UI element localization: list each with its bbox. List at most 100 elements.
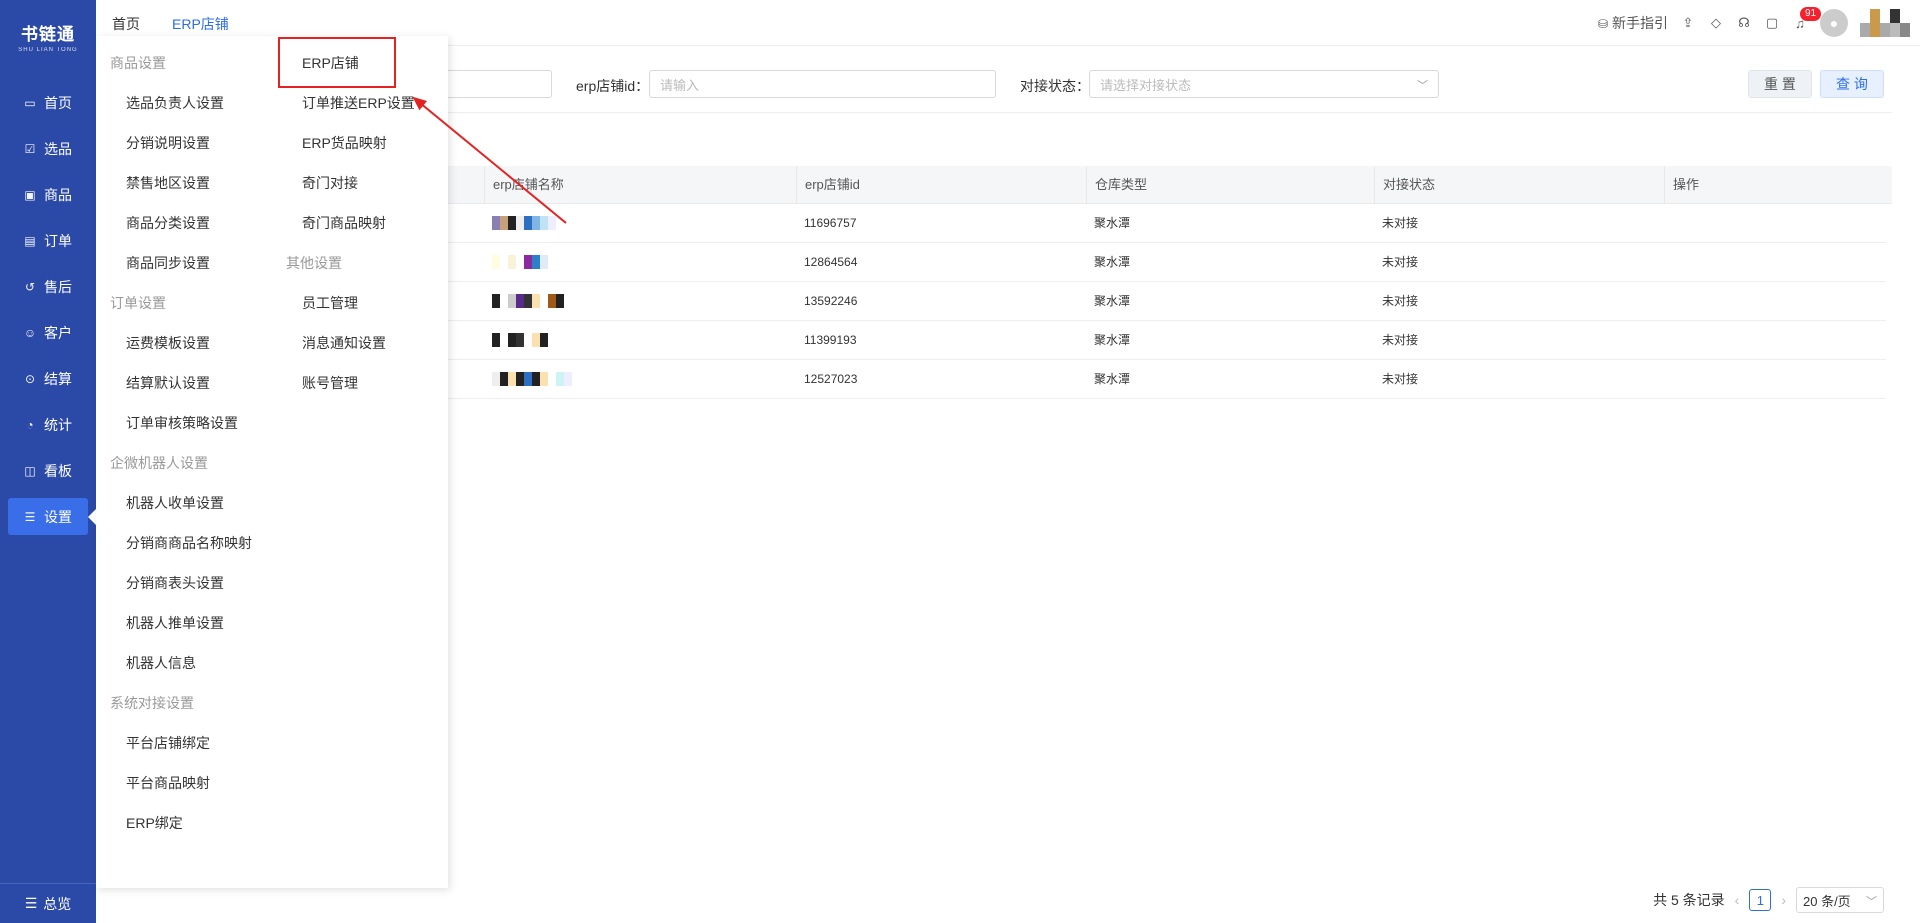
menu-item-order-review[interactable]: 订单审核策略设置 [126,413,238,433]
total-records: 共 5 条记录 [1653,892,1725,908]
sidebar-item-settings[interactable]: ☰ 设置 [8,498,88,535]
guide-label: 新手指引 [1612,15,1668,31]
cell-status: 未对接 [1382,333,1419,347]
menu-item-qimen-integration[interactable]: 奇门对接 [302,173,358,193]
prev-page-icon[interactable]: ‹ [1735,892,1740,908]
cell-status: 未对接 [1382,255,1419,269]
menu-item-staff-management[interactable]: 员工管理 [302,293,358,313]
sidebar-item-home[interactable]: ▭ 首页 [8,84,88,121]
sidebar-item-aftersale[interactable]: ↺ 售后 [8,268,88,305]
overview-label: 总览 [43,895,72,912]
document-icon: ▤ [24,233,36,248]
column-warehouse: 仓库类型 [1086,166,1376,204]
tag-icon[interactable]: ◇ [1708,15,1724,31]
column-actions: 操作 [1664,166,1892,204]
sidebar-item-label: 商品 [44,186,72,203]
reset-button[interactable]: 重 置 [1748,70,1812,98]
user-name-redacted[interactable] [1860,9,1910,37]
sidebar-item-label: 首页 [44,94,72,111]
menu-item-bot-info[interactable]: 机器人信息 [126,653,196,673]
settle-icon: ⊙ [24,371,36,386]
menu-item-selection-owner[interactable]: 选品负责人设置 [126,93,224,113]
menu-icon: ☰ [24,895,38,911]
status-select-placeholder: 请选择对接状态 [1100,77,1192,93]
sidebar-item-label: 售后 [44,278,72,295]
menu-item-shipping-template[interactable]: 运费模板设置 [126,333,210,353]
menu-item-bot-order-intake[interactable]: 机器人收单设置 [126,493,224,513]
avatar[interactable]: ● [1820,9,1848,37]
table-row[interactable]: 11399193 聚水潭 未对接 [440,321,1886,360]
sidebar-item-selection[interactable]: ☑ 选品 [8,130,88,167]
sidebar-item-customers[interactable]: ☺ 客户 [8,314,88,351]
cell-shop-id: 12864564 [804,255,858,269]
headset-icon[interactable]: ☊ [1736,15,1752,31]
menu-item-product-sync[interactable]: 商品同步设置 [126,253,210,273]
sidebar-overview[interactable]: ☰ 总览 [0,883,96,923]
contact-icon[interactable]: ▢ [1764,15,1780,31]
menu-item-notification-settings[interactable]: 消息通知设置 [302,333,386,353]
sidebar-item-dashboard[interactable]: ◫ 看板 [8,452,88,489]
table-row[interactable]: 12864564 聚水潭 未对接 [440,243,1886,282]
cell-shop-id: 13592246 [804,294,858,308]
menu-item-account-management[interactable]: 账号管理 [302,373,358,393]
column-shop-name: erp店铺名称 [484,166,836,204]
menu-item-settlement-default[interactable]: 结算默认设置 [126,373,210,393]
guide-link[interactable]: ⛁ 新手指引 [1598,13,1668,33]
cell-status: 未对接 [1382,294,1419,308]
menu-item-platform-product-mapping[interactable]: 平台商品映射 [126,773,210,793]
sidebar: 书链通 SHU LIAN TONG ▭ 首页 ☑ 选品 ▣ 商品 ▤ 订单 ↺ 售后 ☺ 客… [0,0,96,923]
refresh-icon: ↺ [24,279,36,294]
shop-id-input[interactable]: 请输入 [649,70,996,98]
menu-item-distributor-header[interactable]: 分销商表头设置 [126,573,224,593]
cell-warehouse: 聚水潭 [1094,372,1131,386]
table-row[interactable]: 12527023 聚水潭 未对接 [440,360,1886,399]
pie-icon: ◔ [26,417,34,432]
chevron-down-icon: ﹀ [1866,896,1877,908]
active-indicator [88,509,96,525]
page-number[interactable]: 1 [1749,889,1772,911]
sidebar-item-label: 看板 [44,462,72,479]
menu-item-bot-push[interactable]: 机器人推单设置 [126,613,224,633]
breadcrumb-home[interactable]: 首页 [112,14,140,34]
status-label: 对接状态： [1020,78,1090,94]
menu-item-qimen-product-mapping[interactable]: 奇门商品映射 [302,213,386,233]
status-select[interactable]: 请选择对接状态 ﹀ [1089,70,1439,98]
settings-menu: 商品设置 选品负责人设置 分销说明设置 禁售地区设置 商品分类设置 商品同步设置… [96,36,448,888]
menu-group-order-settings: 订单设置 [110,295,166,311]
menu-item-distributor-product-mapping[interactable]: 分销商商品名称映射 [126,533,252,553]
bell-icon[interactable]: ♫ 91 [1792,7,1822,31]
table-row[interactable]: 13592246 聚水潭 未对接 [440,282,1886,321]
upload-icon[interactable]: ⇪ [1680,15,1696,31]
next-page-icon[interactable]: › [1781,892,1786,908]
menu-item-distribution-desc[interactable]: 分销说明设置 [126,133,210,153]
shop-name-redacted [492,333,548,349]
sliders-icon: ☰ [24,509,36,524]
sidebar-item-orders[interactable]: ▤ 订单 [8,222,88,259]
breadcrumb-current[interactable]: ERP店铺 [172,14,229,34]
table-header: erp店铺名称 erp店铺id 仓库类型 对接状态 操作 [440,166,1892,204]
sidebar-item-label: 订单 [44,232,72,249]
page-size-select[interactable]: 20 条/页 ﹀ [1796,887,1884,913]
logo-title: 书链通 [21,25,75,44]
menu-item-order-push-erp[interactable]: 订单推送ERP设置 [302,93,415,113]
cell-warehouse: 聚水潭 [1094,333,1131,347]
column-shop-id: erp店铺id [796,166,1086,204]
top-toolbar: ⛁ 新手指引 ⇪ ◇ ☊ ▢ ♫ 91 ● [1598,7,1910,38]
menu-item-restricted-region[interactable]: 禁售地区设置 [126,173,210,193]
divider [440,112,1892,113]
app-logo[interactable]: 书链通 SHU LIAN TONG [0,20,96,53]
query-button[interactable]: 查 询 [1820,70,1884,98]
list-check-icon: ☑ [24,141,36,156]
users-icon: ☺ [23,325,37,340]
menu-item-erp-goods-mapping[interactable]: ERP货品映射 [302,133,387,153]
menu-item-product-category[interactable]: 商品分类设置 [126,213,210,233]
sidebar-item-settlement[interactable]: ⊙ 结算 [8,360,88,397]
shop-name-input[interactable] [440,70,552,98]
menu-item-platform-shop-binding[interactable]: 平台店铺绑定 [126,733,210,753]
table-row[interactable]: 11696757 聚水潭 未对接 [440,204,1886,243]
sidebar-item-statistics[interactable]: ◔ 统计 [8,406,88,443]
cell-warehouse: 聚水潭 [1094,216,1131,230]
sidebar-item-products[interactable]: ▣ 商品 [8,176,88,213]
menu-item-erp-binding[interactable]: ERP绑定 [126,813,183,833]
shop-name-redacted [492,294,564,310]
